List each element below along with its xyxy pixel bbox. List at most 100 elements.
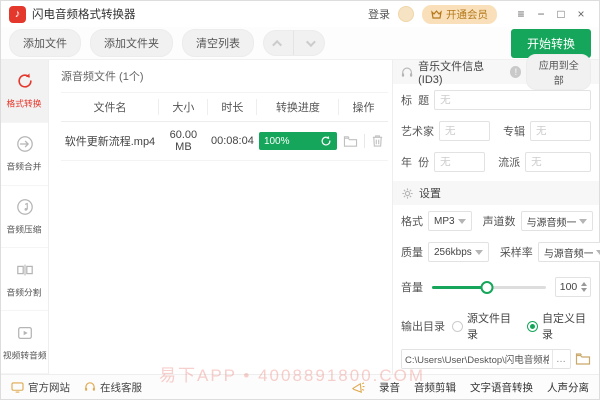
audio-edit-link[interactable]: 音频剪辑 (414, 380, 456, 395)
year-label: 年 份 (401, 154, 429, 170)
refresh-arrows-icon (15, 71, 35, 91)
year-field[interactable] (434, 152, 485, 172)
dropdown-arrow-icon (596, 250, 600, 255)
file-ops-cell (339, 122, 388, 161)
add-file-button[interactable]: 添加文件 (9, 29, 81, 57)
title-field-row: 标 题 (393, 84, 599, 115)
title-field[interactable] (434, 90, 591, 110)
reorder-buttons (263, 30, 325, 56)
column-filename: 文件名 (61, 93, 159, 122)
browse-dots-button[interactable]: … (552, 350, 570, 368)
artist-field[interactable] (439, 121, 490, 141)
sidebar: 格式转换 音频合并 音频压缩 音频分割 (1, 60, 49, 374)
open-folder-icon[interactable] (343, 135, 358, 148)
vip-button[interactable]: 开通会员 (422, 5, 497, 24)
progress-bar: 100% (259, 132, 337, 150)
sidebar-item-label: 格式转换 (7, 97, 42, 110)
genre-field[interactable] (525, 152, 591, 172)
custom-dir-option: 自定义目录 (542, 310, 591, 342)
sidebar-item-audio-split[interactable]: 音频分割 (1, 248, 48, 311)
move-up-button[interactable] (264, 31, 294, 55)
close-button[interactable]: × (571, 1, 591, 27)
browse-folder-icon[interactable] (575, 352, 591, 366)
statusbar: 官方网站 在线客服 录音 音频剪辑 文字语音转换 人声分离 (1, 374, 599, 399)
quality-value: 256kbps (434, 247, 472, 258)
volume-row: 音量 100 (393, 267, 599, 302)
tts-link[interactable]: 文字语音转换 (470, 380, 533, 395)
sidebar-item-video-to-audio[interactable]: 视频转音频 (1, 311, 48, 374)
menu-icon[interactable]: ≡ (511, 1, 531, 27)
slider-fill (432, 286, 487, 289)
maximize-button[interactable]: □ (551, 1, 571, 27)
column-progress: 转换进度 (257, 93, 339, 122)
file-duration: 00:08:04 (208, 122, 257, 161)
clear-list-button[interactable]: 清空列表 (182, 29, 254, 57)
spinner-up-icon[interactable] (581, 282, 587, 286)
title-label: 标 题 (401, 92, 429, 108)
volume-slider[interactable] (432, 280, 546, 294)
source-dir-radio[interactable]: 源文件目录 (452, 310, 516, 342)
dropdown-arrow-icon (458, 219, 466, 224)
ops-divider (364, 134, 365, 148)
spinner-down-icon[interactable] (581, 288, 587, 292)
channels-value: 与源音频一致 (527, 214, 576, 229)
app-window: ♪ 闪电音频格式转换器 登录 开通会员 ≡ − □ × 添加文件 添加文件夹 清… (0, 0, 600, 400)
user-avatar[interactable] (398, 6, 414, 22)
delete-trash-icon[interactable] (371, 134, 384, 148)
quality-dropdown[interactable]: 256kbps (428, 242, 489, 262)
output-path-wrap: … (401, 349, 571, 369)
volume-spinner[interactable] (581, 282, 590, 292)
record-link[interactable]: 录音 (379, 380, 400, 395)
settings-section-title: 设置 (419, 185, 441, 201)
radio-checked-icon (527, 321, 538, 332)
online-support-label: 在线客服 (100, 380, 142, 395)
file-list-panel: 源音频文件 (1个) 文件名 大小 时长 转换进度 操作 软件更新流程.mp4 … (49, 60, 392, 374)
album-field[interactable] (530, 121, 591, 141)
add-folder-button[interactable]: 添加文件夹 (90, 29, 173, 57)
samplerate-value: 与源音频一致 (544, 245, 593, 260)
sidebar-item-label: 音频压缩 (7, 223, 42, 236)
reconvert-icon[interactable] (320, 135, 332, 147)
move-down-button[interactable] (294, 31, 324, 55)
sidebar-item-label: 视频转音频 (3, 348, 47, 361)
official-website-label: 官方网站 (28, 380, 70, 395)
minimize-button[interactable]: − (531, 1, 551, 27)
dropdown-arrow-icon (579, 219, 587, 224)
sidebar-item-audio-merge[interactable]: 音频合并 (1, 123, 48, 186)
vip-label: 开通会员 (446, 7, 488, 22)
megaphone-icon (351, 381, 365, 394)
file-list-title: 源音频文件 (1个) (61, 68, 388, 84)
source-dir-option: 源文件目录 (467, 310, 516, 342)
samplerate-dropdown[interactable]: 与源音频一致 (538, 242, 600, 262)
artist-album-row: 艺术家 专辑 (393, 115, 599, 146)
album-label: 专辑 (503, 123, 525, 139)
id3-section-title: 音乐文件信息 (ID3) (418, 58, 505, 86)
column-duration: 时长 (208, 93, 257, 122)
online-support-link[interactable]: 在线客服 (84, 380, 142, 395)
slider-thumb[interactable] (480, 281, 493, 294)
table-row[interactable]: 软件更新流程.mp4 60.00 MB 00:08:04 100% (61, 122, 388, 161)
crown-icon (431, 10, 442, 19)
file-table: 文件名 大小 时长 转换进度 操作 软件更新流程.mp4 60.00 MB 00… (61, 92, 388, 161)
custom-dir-radio[interactable]: 自定义目录 (527, 310, 591, 342)
format-value: MP3 (434, 216, 455, 227)
file-progress-cell: 100% (257, 122, 339, 161)
format-dropdown[interactable]: MP3 (428, 211, 472, 231)
channels-dropdown[interactable]: 与源音频一致 (521, 211, 593, 231)
sidebar-item-format-convert[interactable]: 格式转换 (1, 60, 48, 123)
monitor-icon (11, 382, 24, 393)
login-link[interactable]: 登录 (368, 6, 390, 22)
sidebar-item-audio-compress[interactable]: 音频压缩 (1, 186, 48, 249)
quality-samplerate-row: 质量 256kbps 采样率 与源音频一致 (393, 236, 599, 267)
column-size: 大小 (159, 93, 208, 122)
output-path-input[interactable] (402, 350, 552, 368)
settings-section-header: 设置 (393, 181, 599, 205)
artist-label: 艺术家 (401, 123, 434, 139)
official-website-link[interactable]: 官方网站 (11, 380, 70, 395)
volume-value: 100 (556, 281, 581, 293)
volume-label: 音量 (401, 279, 423, 295)
output-dir-label: 输出目录 (401, 318, 445, 334)
year-genre-row: 年 份 流派 (393, 146, 599, 177)
app-logo-music-note-icon: ♪ (9, 6, 26, 23)
vocal-separate-link[interactable]: 人声分离 (547, 380, 589, 395)
